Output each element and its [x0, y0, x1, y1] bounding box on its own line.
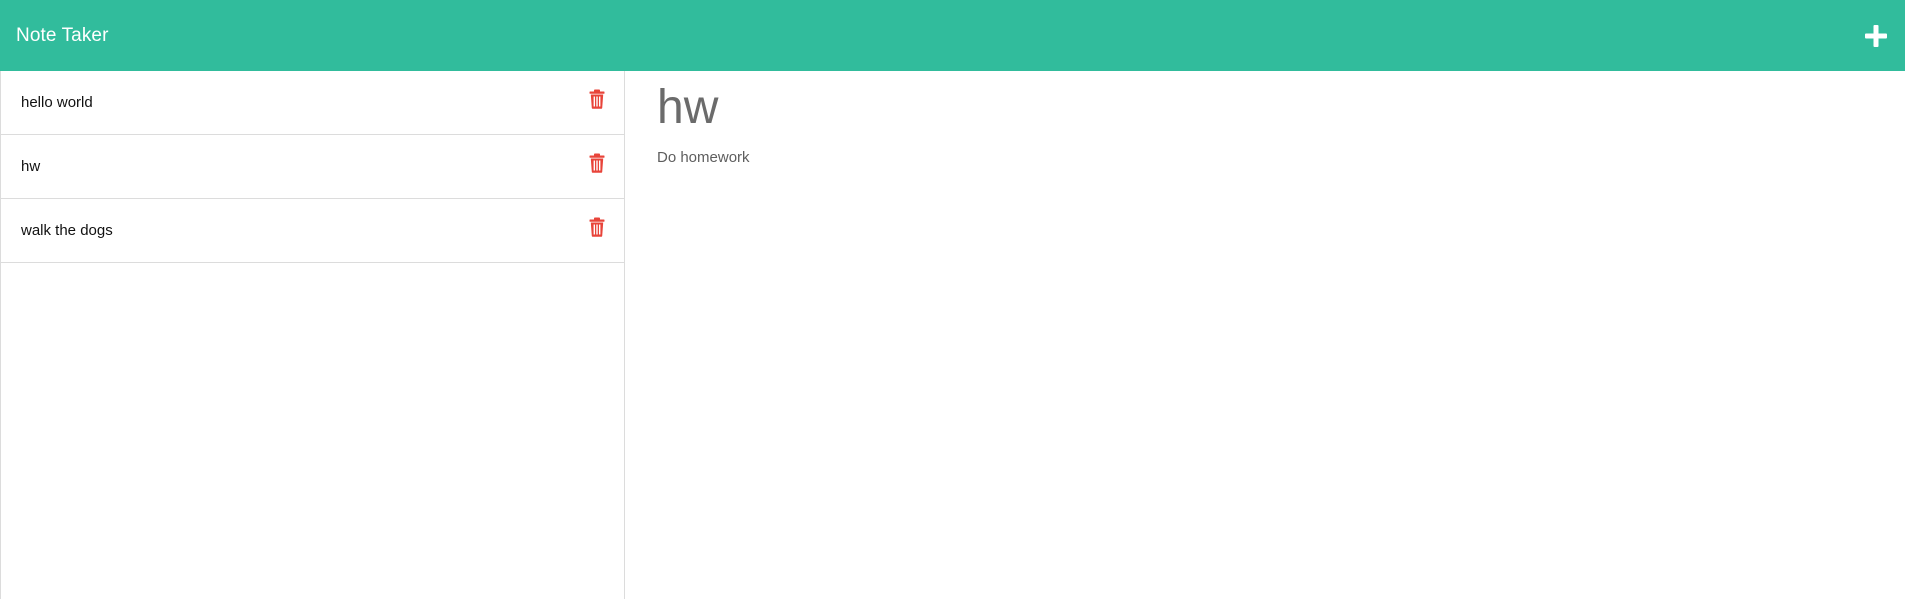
app-title[interactable]: Note Taker [16, 25, 109, 47]
plus-icon [1865, 24, 1887, 47]
new-note-button[interactable] [1863, 23, 1889, 49]
note-title: hello world [21, 94, 93, 111]
note-title: walk the dogs [21, 222, 113, 239]
note-detail: hw Do homework [626, 71, 1905, 599]
trash-icon[interactable] [589, 217, 605, 237]
trash-icon[interactable] [589, 153, 605, 173]
note-title-display[interactable]: hw [657, 81, 1905, 135]
note-list: hello world hw walk the dogs [0, 71, 625, 599]
note-title: hw [21, 158, 41, 175]
trash-icon[interactable] [589, 89, 605, 109]
list-item[interactable]: walk the dogs [1, 199, 624, 263]
list-item[interactable]: hw [1, 135, 624, 199]
list-item[interactable]: hello world [1, 71, 624, 135]
navbar: Note Taker [0, 0, 1905, 71]
note-text-display[interactable]: Do homework [657, 149, 1905, 166]
